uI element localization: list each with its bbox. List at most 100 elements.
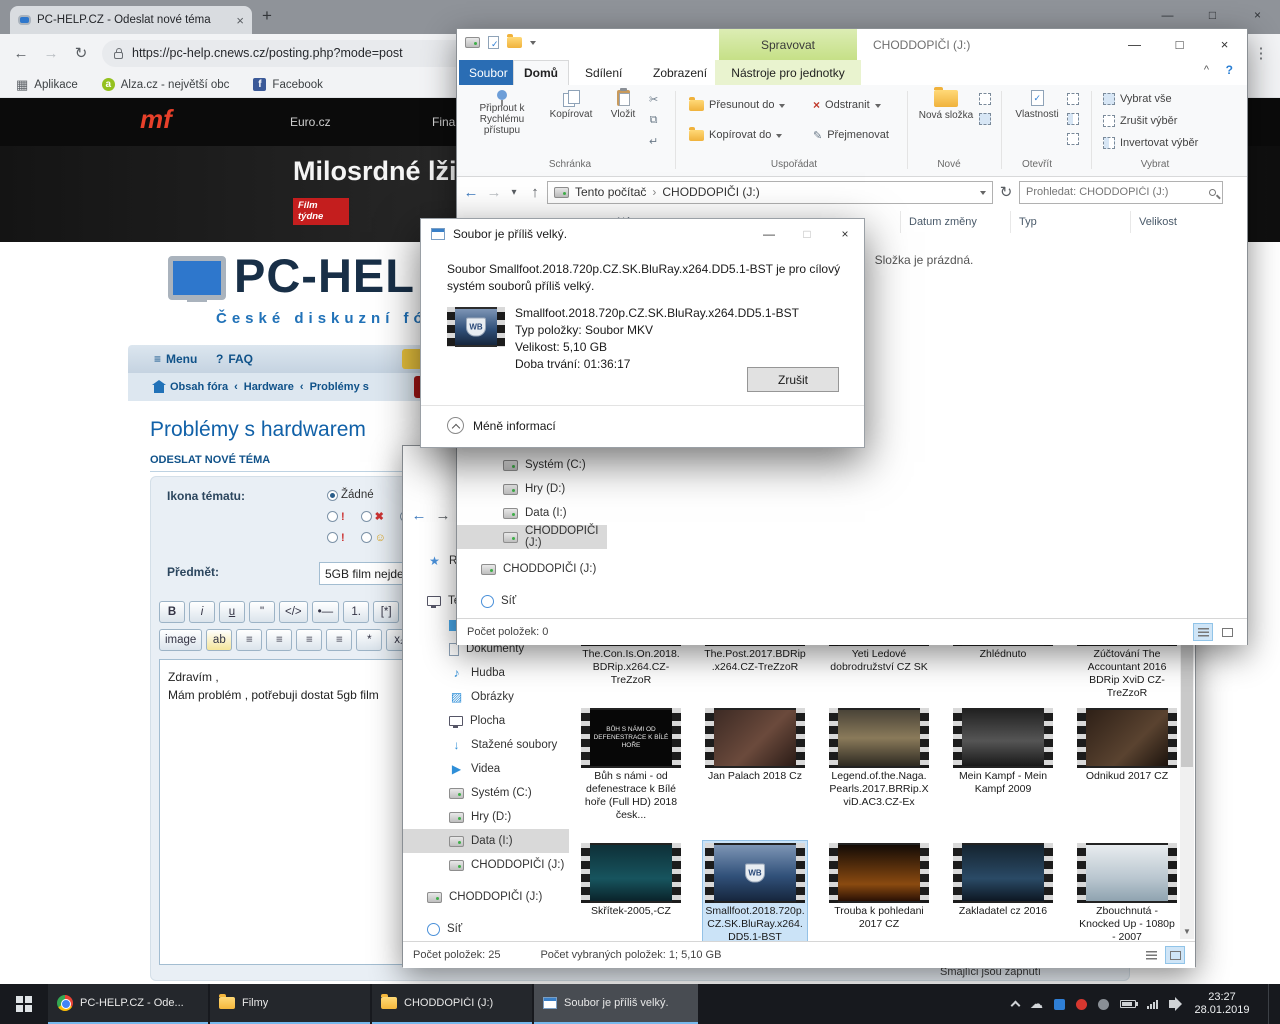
browser-tab[interactable]: PC-HELP.CZ - Odeslat nové téma × bbox=[10, 6, 252, 34]
battery-icon[interactable] bbox=[1120, 1000, 1136, 1008]
browser-close-button[interactable]: × bbox=[1235, 0, 1280, 30]
cut-icon[interactable]: ✂ bbox=[649, 93, 658, 106]
taskbar-button-choddopici[interactable]: CHODDOPIČI (J:) bbox=[372, 984, 532, 1024]
nav-item-drive-j-selected[interactable]: CHODDOPIČI (J:) bbox=[457, 525, 607, 549]
recent-locations-icon[interactable]: ▾ bbox=[505, 187, 523, 198]
nav-item-network[interactable]: Síť bbox=[403, 917, 569, 941]
delete-button[interactable]: ×Odstranit bbox=[809, 93, 885, 117]
tab-file[interactable]: Soubor bbox=[459, 60, 518, 85]
nav-item-desktop[interactable]: Plocha bbox=[403, 709, 569, 733]
maximize-button[interactable]: □ bbox=[1157, 29, 1202, 59]
nav-item-drive-d[interactable]: Hry (D:) bbox=[457, 477, 607, 501]
list-item-button[interactable]: [*] bbox=[373, 601, 399, 623]
explorer-breadcrumb[interactable]: Tento počítač › CHODDOPIČI (J:) bbox=[547, 181, 993, 204]
start-button[interactable] bbox=[0, 984, 48, 1024]
contextual-tab-manage[interactable]: Spravovat bbox=[719, 29, 857, 60]
nav-item-drive-i[interactable]: Data (I:) bbox=[457, 501, 607, 525]
site-logo-text[interactable]: PC-HEL bbox=[234, 248, 415, 303]
taskbar-button-filmy[interactable]: Filmy bbox=[210, 984, 370, 1024]
asterisk-button[interactable]: * bbox=[356, 629, 382, 651]
faq-link[interactable]: ?FAQ bbox=[216, 352, 253, 366]
nav-item-videos[interactable]: ▶Videa bbox=[403, 757, 569, 781]
nav-item-drive-j-device[interactable]: CHODDOPIČI (J:) bbox=[457, 557, 607, 581]
align-center-button[interactable]: ≡ bbox=[266, 629, 292, 651]
back-icon[interactable]: ← bbox=[407, 507, 431, 524]
invert-selection-button[interactable]: Invertovat výběr bbox=[1099, 133, 1202, 153]
properties-button[interactable]: Vlastnosti bbox=[1009, 90, 1065, 120]
dialog-minimize-button[interactable]: — bbox=[750, 219, 788, 249]
taskbar-button-dialog[interactable]: Soubor je příliš velký. bbox=[534, 984, 698, 1024]
breadcrumb-segment[interactable]: CHODDOPIČI (J:) bbox=[662, 185, 759, 199]
mf-logo[interactable]: mf bbox=[140, 104, 172, 135]
file-item-selected[interactable]: WBSmallfoot.2018.720p.CZ.SK.BluRay.x264.… bbox=[703, 841, 807, 946]
new-folder-button[interactable]: Nová složka bbox=[915, 90, 977, 121]
radio[interactable] bbox=[361, 511, 372, 522]
copy-to-button[interactable]: Kopírovat do bbox=[685, 123, 786, 147]
nav-item-network[interactable]: Síť bbox=[457, 589, 607, 613]
align-justify-button[interactable]: ≡ bbox=[326, 629, 352, 651]
new-tab-button[interactable]: + bbox=[262, 6, 272, 26]
breadcrumb-segment[interactable]: Tento počítač bbox=[575, 185, 646, 199]
align-right-button[interactable]: ≡ bbox=[296, 629, 322, 651]
radio-checked[interactable] bbox=[327, 490, 338, 501]
list-button[interactable]: •— bbox=[312, 601, 340, 623]
topic-icon-option[interactable]: ✖ bbox=[361, 510, 384, 523]
copy-path-icon[interactable]: ⧉ bbox=[650, 114, 658, 127]
rename-button[interactable]: ✎Přejmenovat bbox=[809, 123, 893, 147]
radio[interactable] bbox=[327, 511, 338, 522]
pin-quick-access-button[interactable]: Připnout k Rychlému přístupu bbox=[465, 90, 539, 136]
tab-home[interactable]: Domů bbox=[513, 60, 569, 85]
refresh-icon[interactable]: ↻ bbox=[993, 183, 1019, 201]
breadcrumb-link[interactable]: Obsah fóra bbox=[170, 381, 228, 393]
topic-icon-none-option[interactable]: Žádné bbox=[327, 489, 374, 501]
address-dropdown-icon[interactable] bbox=[980, 191, 986, 198]
file-item[interactable]: Zakladatel cz 2016 bbox=[951, 841, 1055, 946]
open-icon[interactable] bbox=[1067, 93, 1079, 105]
clock[interactable]: 23:27 28.01.2019 bbox=[1187, 991, 1257, 1017]
ribbon-collapse-icon[interactable]: ^ bbox=[1204, 64, 1209, 76]
network-icon[interactable] bbox=[1147, 1000, 1158, 1009]
onedrive-icon[interactable]: ☁ bbox=[1030, 996, 1043, 1012]
explorer-titlebar[interactable]: Spravovat CHODDOPIČI (J:) — □ × bbox=[457, 29, 1247, 60]
topic-icon-option[interactable]: ! bbox=[327, 531, 345, 544]
tab-share[interactable]: Sdílení bbox=[575, 60, 632, 85]
hidden-icons-chevron[interactable] bbox=[1011, 1001, 1021, 1011]
file-item[interactable]: Skřítek-2005,-CZ bbox=[579, 841, 683, 946]
paste-shortcut-icon[interactable]: ↵ bbox=[649, 135, 658, 148]
details-view-button[interactable] bbox=[1193, 623, 1213, 641]
nav-item-drive-j-device[interactable]: CHODDOPIČI (J:) bbox=[403, 885, 569, 909]
bookmark-facebook[interactable]: fFacebook bbox=[253, 78, 323, 91]
help-icon[interactable]: ? bbox=[1226, 63, 1233, 77]
show-desktop-button[interactable] bbox=[1268, 984, 1274, 1024]
forward-icon[interactable]: → bbox=[36, 45, 66, 62]
radio[interactable] bbox=[327, 532, 338, 543]
back-icon[interactable]: ← bbox=[459, 184, 483, 201]
copy-button[interactable]: Kopírovat bbox=[543, 90, 599, 120]
file-item[interactable]: Legend.of.the.Naga.Pearls.2017.BRRip.Xvi… bbox=[827, 706, 931, 824]
tab-view[interactable]: Zobrazení bbox=[643, 60, 717, 85]
forward-icon[interactable]: → bbox=[431, 507, 455, 524]
nav-item-drive-d[interactable]: Hry (D:) bbox=[403, 805, 569, 829]
code-button[interactable]: </> bbox=[279, 601, 308, 623]
thumbnails-view-button[interactable] bbox=[1165, 946, 1185, 964]
column-header-date[interactable]: Datum změny bbox=[901, 211, 1011, 233]
file-item[interactable]: BŮH S NÁMI OD DEFENESTRACE K BÍLÉ HOŘEBů… bbox=[579, 706, 683, 824]
easy-access-icon[interactable] bbox=[979, 113, 991, 125]
network-link[interactable]: Euro.cz bbox=[290, 115, 331, 129]
radio[interactable] bbox=[361, 532, 372, 543]
align-left-button[interactable]: ≡ bbox=[236, 629, 262, 651]
column-header-type[interactable]: Typ bbox=[1011, 211, 1131, 233]
underline-button[interactable]: u bbox=[219, 601, 245, 623]
bookmark-apps[interactable]: ▦Aplikace bbox=[16, 77, 78, 93]
nav-item-drive-i[interactable]: Data (I:) bbox=[403, 829, 569, 853]
bold-button[interactable]: B bbox=[159, 601, 185, 623]
nav-item-drive-j[interactable]: CHODDOPIČI (J:) bbox=[403, 853, 569, 877]
taskbar-button-browser[interactable]: PC-HELP.CZ - Ode... bbox=[48, 984, 208, 1024]
scroll-down-icon[interactable]: ▼ bbox=[1180, 925, 1194, 939]
tab-close-icon[interactable]: × bbox=[236, 13, 244, 28]
image-button[interactable]: image bbox=[159, 629, 202, 651]
browser-maximize-button[interactable]: □ bbox=[1190, 0, 1235, 30]
quick-access-customize-icon[interactable] bbox=[530, 41, 536, 48]
column-header-size[interactable]: Velikost bbox=[1131, 211, 1241, 233]
quote-button[interactable]: " bbox=[249, 601, 275, 623]
